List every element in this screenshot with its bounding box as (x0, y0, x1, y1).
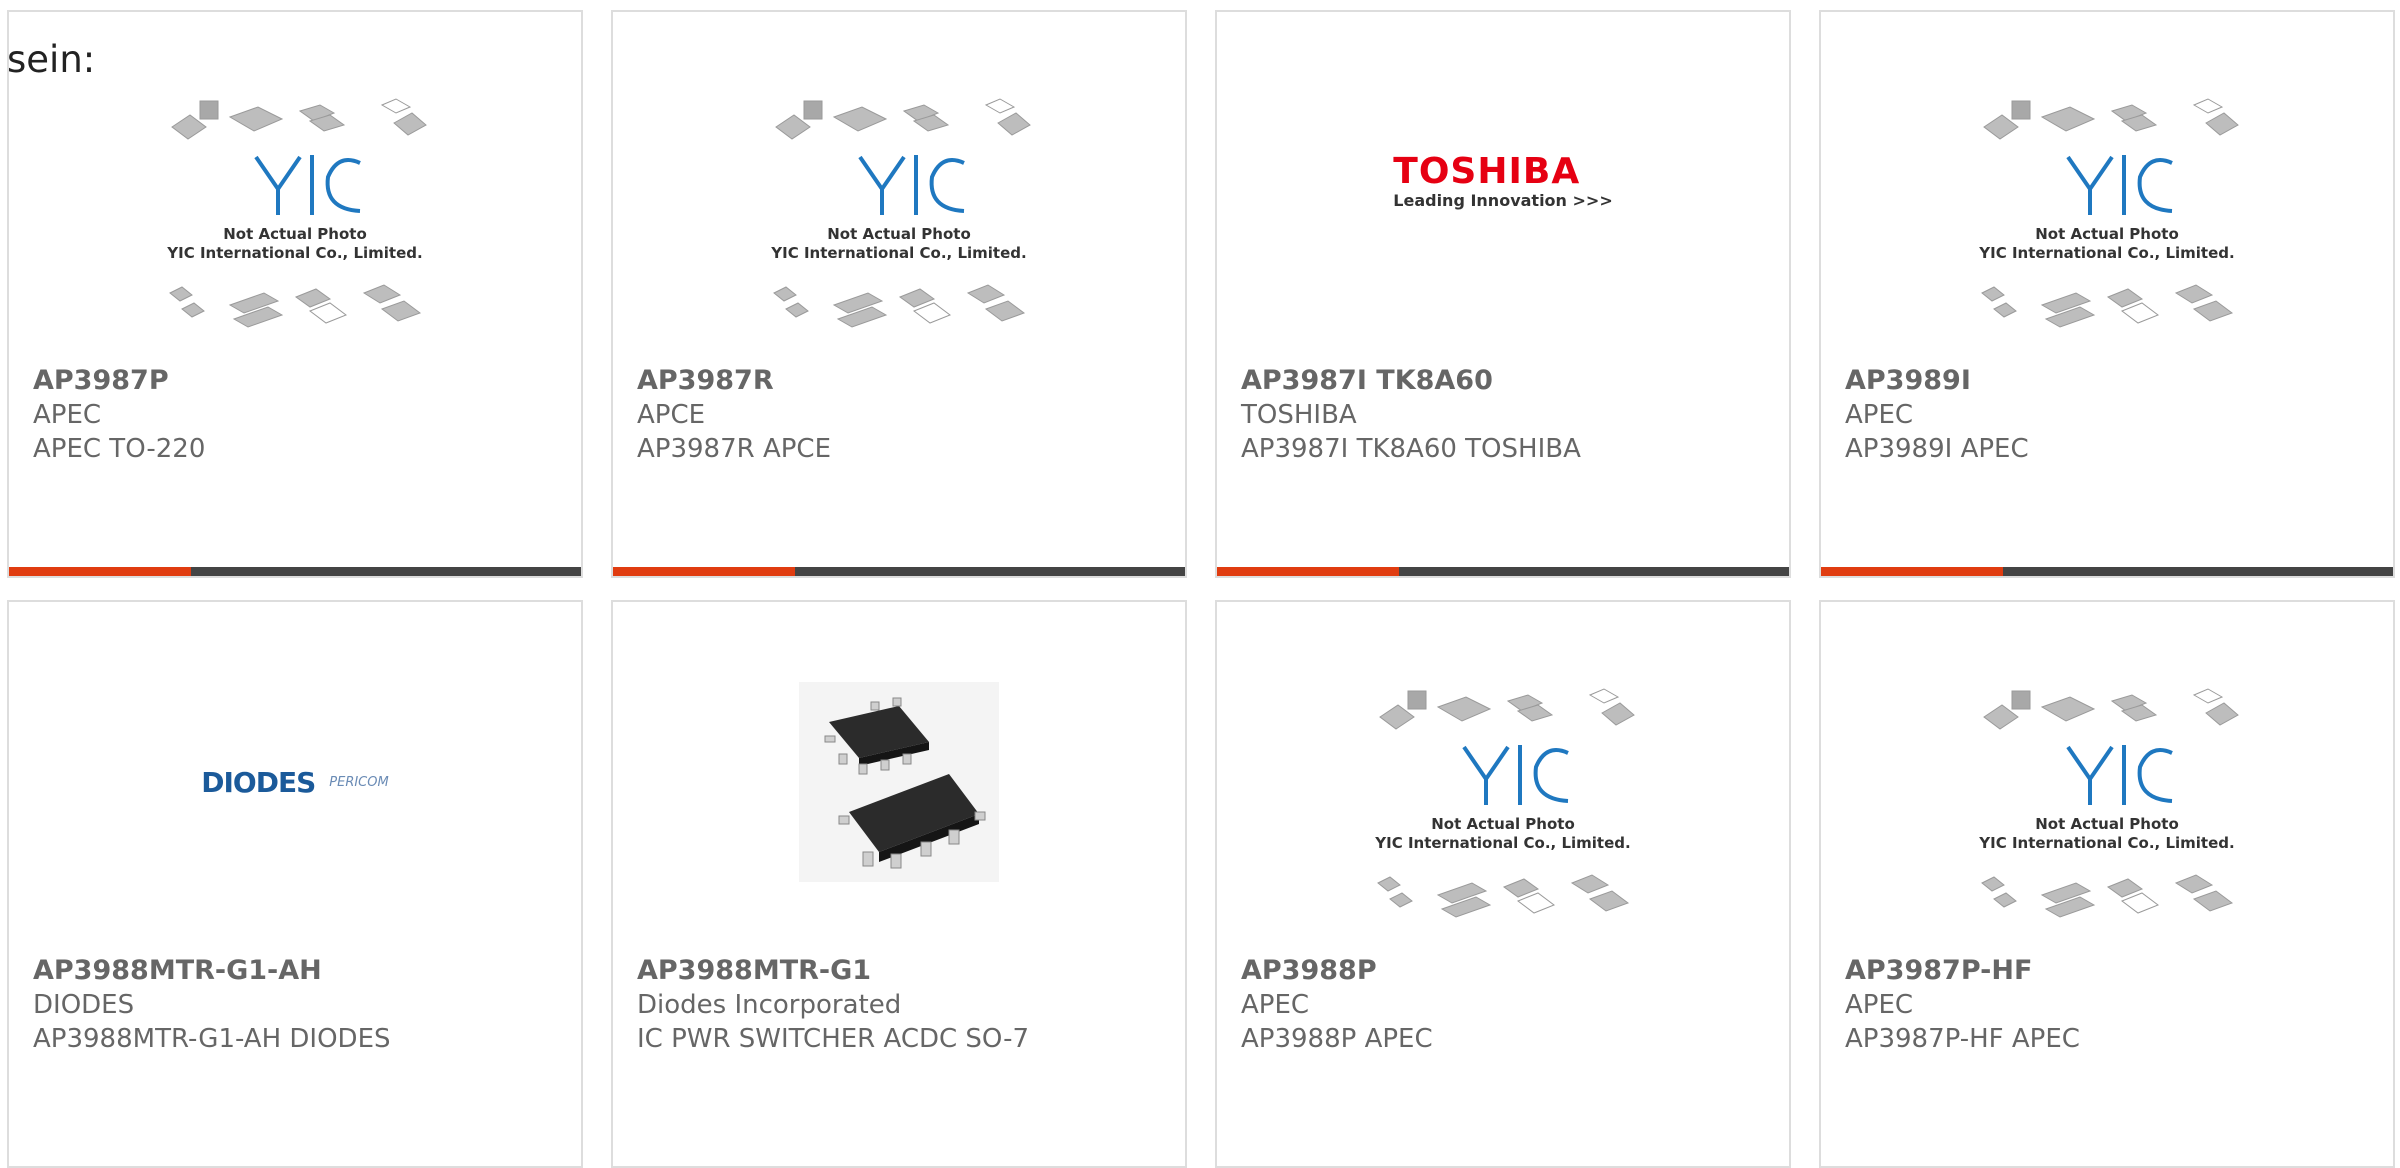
description: AP3989I APEC (1845, 434, 2029, 464)
product-card-ap3988mtr-g1-ah[interactable]: DIODES PERICOM AP3988MTR-G1-AH DIODES AP… (7, 600, 583, 1168)
product-image[interactable]: Not Actual Photo YIC International Co., … (613, 92, 1185, 352)
product-image[interactable]: Not Actual Photo YIC International Co., … (1821, 682, 2393, 942)
manufacturer: APEC (1845, 400, 1914, 430)
yic-placeholder-image: Not Actual Photo YIC International Co., … (1978, 98, 2239, 328)
lead-text: sein: (7, 38, 96, 81)
product-card-ap3987r[interactable]: Not Actual Photo YIC International Co., … (611, 10, 1187, 578)
svg-text:Not Actual Photo: Not Actual Photo (223, 225, 367, 243)
manufacturer: APEC (1845, 990, 1914, 1020)
manufacturer: Diodes Incorporated (637, 990, 902, 1020)
svg-text:Not Actual Photo: Not Actual Photo (1431, 815, 1575, 833)
manufacturer: TOSHIBA (1241, 400, 1357, 430)
product-image[interactable]: Not Actual Photo YIC International Co., … (9, 92, 581, 352)
product-image[interactable] (613, 672, 1185, 892)
diodes-logo: DIODES PERICOM (201, 765, 389, 799)
part-number-link[interactable]: AP3987P (33, 364, 571, 398)
description: AP3987P-HF APEC (1845, 1024, 2080, 1054)
toshiba-logo: TOSHIBA Leading Innovation >>> (1393, 151, 1613, 211)
part-number-link[interactable]: AP3987P-HF (1845, 954, 2383, 988)
description: AP3988P APEC (1241, 1024, 1433, 1054)
product-card-ap3989i[interactable]: Not Actual Photo YIC International Co., … (1819, 10, 2395, 578)
product-card-ap3988p[interactable]: Not Actual Photo YIC International Co., … (1215, 600, 1791, 1168)
svg-text:YIC International Co., Limited: YIC International Co., Limited. (1374, 834, 1630, 852)
manufacturer: APEC (33, 400, 102, 430)
part-number-link[interactable]: AP3989I (1845, 364, 2383, 398)
product-image[interactable]: Not Actual Photo YIC International Co., … (1821, 92, 2393, 352)
product-card-ap3987p[interactable]: Not Actual Photo YIC International Co., … (7, 10, 583, 578)
product-card-ap3987i-tk8a60[interactable]: TOSHIBA Leading Innovation >>> AP3987I T… (1215, 10, 1791, 578)
description: AP3987I TK8A60 TOSHIBA (1241, 434, 1581, 464)
svg-text:YIC International Co., Limited: YIC International Co., Limited. (166, 244, 422, 262)
card-bottom-bar (613, 567, 1185, 576)
part-number-link[interactable]: AP3987R (637, 364, 1175, 398)
description: IC PWR SWITCHER ACDC SO-7 (637, 1024, 1030, 1054)
description: AP3988MTR-G1-AH DIODES (33, 1024, 391, 1054)
yic-placeholder-image: Not Actual Photo YIC International Co., … (166, 98, 427, 328)
manufacturer: APCE (637, 400, 706, 430)
svg-text:Not Actual Photo: Not Actual Photo (2035, 225, 2179, 243)
part-number-link[interactable]: AP3988MTR-G1-AH (33, 954, 571, 988)
svg-text:YIC International Co., Limited: YIC International Co., Limited. (1978, 834, 2234, 852)
description: APEC TO-220 (33, 434, 206, 464)
description: AP3987R APCE (637, 434, 832, 464)
product-image[interactable]: DIODES PERICOM (9, 682, 581, 882)
card-bottom-bar (9, 567, 581, 576)
yic-placeholder-image: Not Actual Photo YIC International Co., … (1978, 688, 2239, 918)
so7-chip-photo (799, 682, 999, 882)
part-number-link[interactable]: AP3988P (1241, 954, 1779, 988)
svg-text:YIC International Co., Limited: YIC International Co., Limited. (1978, 244, 2234, 262)
card-bottom-bar (1217, 567, 1789, 576)
svg-text:Not Actual Photo: Not Actual Photo (827, 225, 971, 243)
manufacturer: APEC (1241, 990, 1310, 1020)
product-card-ap3988mtr-g1[interactable]: AP3988MTR-G1 Diodes Incorporated IC PWR … (611, 600, 1187, 1168)
yic-placeholder-image: Not Actual Photo YIC International Co., … (1374, 688, 1635, 918)
product-card-ap3987p-hf[interactable]: Not Actual Photo YIC International Co., … (1819, 600, 2395, 1168)
svg-text:Not Actual Photo: Not Actual Photo (2035, 815, 2179, 833)
part-number-link[interactable]: AP3987I TK8A60 (1241, 364, 1779, 398)
product-image[interactable]: TOSHIBA Leading Innovation >>> (1217, 92, 1789, 272)
manufacturer: DIODES (33, 990, 135, 1020)
svg-text:YIC International Co., Limited: YIC International Co., Limited. (770, 244, 1026, 262)
part-number-link[interactable]: AP3988MTR-G1 (637, 954, 1175, 988)
product-image[interactable]: Not Actual Photo YIC International Co., … (1217, 682, 1789, 942)
card-bottom-bar (1821, 567, 2393, 576)
yic-placeholder-image: Not Actual Photo YIC International Co., … (770, 98, 1031, 328)
